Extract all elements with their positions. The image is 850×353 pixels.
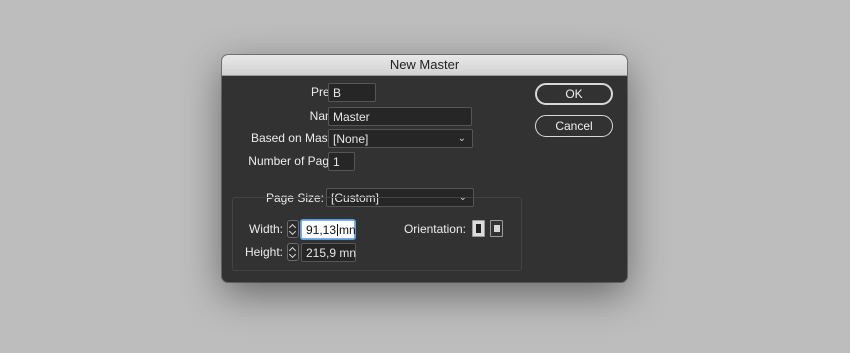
number-of-pages-input[interactable]: 1 bbox=[328, 152, 355, 171]
width-label: Width: bbox=[248, 222, 283, 236]
based-on-master-value: [None] bbox=[333, 132, 369, 146]
height-input[interactable]: 215,9 mn bbox=[301, 243, 356, 262]
orientation-label: Orientation: bbox=[403, 222, 466, 236]
height-label: Height: bbox=[244, 245, 283, 259]
text-cursor bbox=[337, 224, 339, 236]
width-input[interactable]: 91,13 mn bbox=[301, 220, 356, 239]
name-input[interactable]: Master bbox=[328, 107, 472, 126]
prefix-input[interactable]: B bbox=[328, 83, 376, 102]
ok-button[interactable]: OK bbox=[535, 83, 613, 105]
based-on-master-dropdown[interactable]: [None] ⌄ bbox=[328, 129, 473, 148]
dialog-title: New Master bbox=[222, 55, 627, 76]
width-stepper-icon[interactable] bbox=[287, 220, 299, 238]
landscape-orientation-icon[interactable] bbox=[490, 220, 503, 237]
cancel-button[interactable]: Cancel bbox=[535, 115, 613, 137]
width-unit: mn bbox=[339, 223, 356, 237]
portrait-orientation-icon[interactable] bbox=[472, 220, 485, 237]
new-master-dialog: New Master Prefix: B Name: Master Based … bbox=[222, 55, 627, 282]
width-value: 91,13 bbox=[306, 223, 337, 237]
height-stepper-icon[interactable] bbox=[287, 243, 299, 261]
chevron-down-icon: ⌄ bbox=[457, 133, 466, 144]
